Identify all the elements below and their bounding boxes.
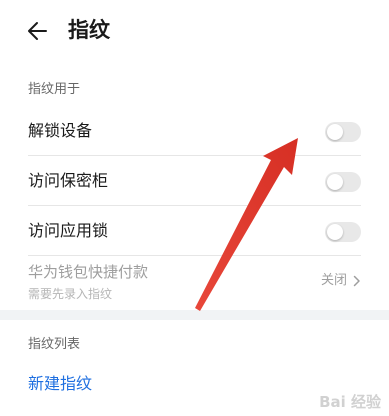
- toggle-knob: [327, 124, 343, 140]
- setting-label: 访问应用锁: [28, 221, 109, 240]
- safe-access-toggle[interactable]: [325, 172, 361, 192]
- app-lock-toggle[interactable]: [325, 222, 361, 242]
- wallet-payment-status: 关闭: [321, 272, 361, 290]
- new-fingerprint-button[interactable]: 新建指纹: [28, 373, 92, 395]
- setting-label: 解锁设备: [28, 121, 93, 140]
- fingerprint-usage-card: 指纹用于 解锁设备 访问保密柜 访问应用锁 华为钱包快捷付款 需要先录入指纹 关…: [0, 62, 389, 310]
- toggle-knob: [327, 174, 343, 190]
- back-arrow-icon: [28, 22, 47, 40]
- setting-row-app-lock[interactable]: 访问应用锁: [0, 206, 389, 256]
- section-label-usage: 指纹用于: [28, 82, 81, 97]
- section-label-list: 指纹列表: [28, 337, 81, 352]
- page-title: 指纹: [68, 18, 110, 42]
- setting-row-safe[interactable]: 访问保密柜: [0, 156, 389, 206]
- wallet-payment-hint: 需要先录入指纹: [28, 287, 113, 301]
- setting-label: 访问保密柜: [28, 171, 109, 190]
- toggle-knob: [327, 224, 343, 240]
- unlock-device-toggle[interactable]: [325, 122, 361, 142]
- wallet-payment-label: 华为钱包快捷付款: [28, 263, 149, 281]
- watermark: Bai 经验: [319, 393, 381, 411]
- divider: [28, 255, 361, 256]
- status-text: 关闭: [320, 273, 347, 288]
- back-button[interactable]: [20, 14, 54, 48]
- chevron-right-icon: [353, 275, 360, 287]
- top-app-bar: 指纹: [0, 0, 389, 62]
- setting-row-unlock-device[interactable]: 解锁设备: [0, 106, 389, 156]
- setting-row-wallet-payment[interactable]: 华为钱包快捷付款 需要先录入指纹 关闭: [0, 258, 389, 310]
